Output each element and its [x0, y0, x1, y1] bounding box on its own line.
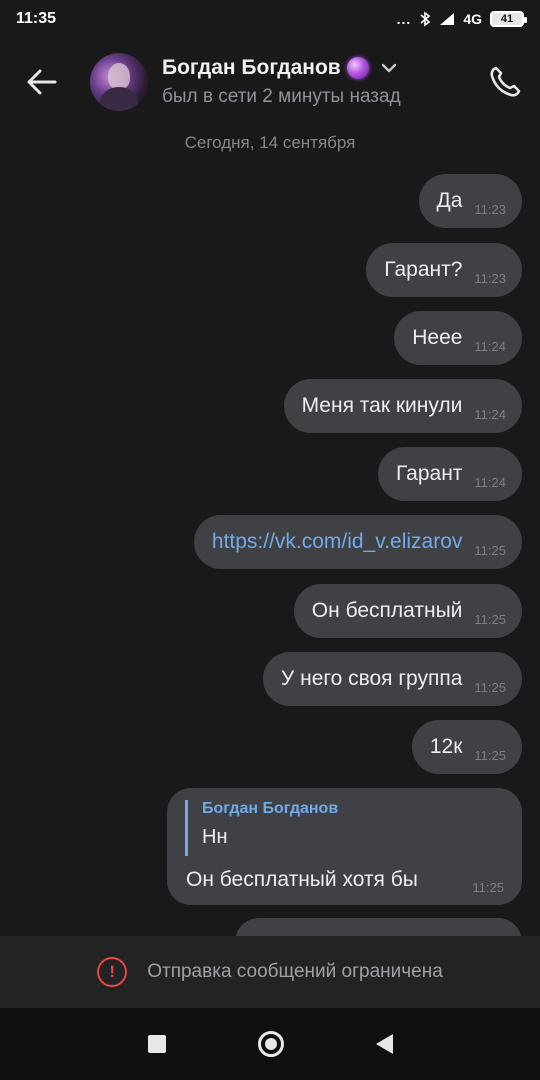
recent-apps-icon[interactable] — [147, 1035, 166, 1053]
message-time: 11:25 — [474, 543, 506, 558]
message-text: Меня так кинули — [301, 394, 463, 417]
restricted-text: Отправка сообщений ограничена — [147, 961, 443, 982]
message-bubble[interactable]: https://vk.com/id_v.elizarov 11:25 — [193, 515, 522, 569]
message-text: Он бесплатный хотя бы — [186, 868, 418, 891]
message-time: 11:24 — [474, 475, 506, 490]
message-bubble[interactable]: У него своя группа 11:25 — [262, 652, 522, 706]
message-text: Неее — [412, 326, 463, 349]
notification-dots: ... — [396, 11, 412, 27]
system-nav-bar — [0, 1008, 540, 1080]
message-link[interactable]: https://vk.com/id_v.elizarov — [212, 530, 463, 554]
contact-status: был в сети 2 минуты назад — [162, 86, 401, 107]
message-bubble[interactable]: Он бесплатный 11:25 — [293, 584, 522, 638]
message-bubble[interactable]: Да 11:23 — [418, 174, 522, 228]
network-type: 4G — [463, 11, 482, 27]
back-triangle-icon[interactable] — [375, 1034, 393, 1054]
status-icons: ... 4G 41 — [396, 11, 527, 27]
contact-info[interactable]: Богдан Богданов был в сети 2 минуты наза… — [162, 56, 470, 108]
message-text: Гарант? — [384, 258, 463, 281]
back-button[interactable] — [0, 40, 84, 124]
message-text: 12к — [429, 735, 463, 758]
restricted-banner: ! Отправка сообщений ограничена — [0, 936, 540, 1008]
message-time: 11:25 — [474, 748, 506, 763]
message-text: У него своя группа — [280, 667, 463, 690]
message-time: 11:25 — [474, 612, 506, 627]
message-time: 11:23 — [474, 271, 506, 286]
crystal-ball-icon — [346, 57, 369, 79]
message-bubble[interactable]: 12к 11:25 — [411, 720, 522, 774]
signal-icon — [440, 13, 455, 25]
message-bubble[interactable]: Неее 11:24 — [394, 311, 522, 365]
message-bubble-partial[interactable] — [235, 918, 522, 936]
status-bar: 11:35 ... 4G 41 — [0, 0, 540, 38]
message-text: Да — [436, 189, 463, 212]
alert-icon: ! — [97, 957, 128, 987]
reply-message-bubble[interactable]: Богдан Богданов Нн Он бесплатный хотя бы… — [167, 788, 522, 905]
quoted-message[interactable]: Богдан Богданов Нн — [185, 800, 338, 856]
message-bubble[interactable]: Меня так кинули 11:24 — [283, 379, 522, 433]
message-time: 11:23 — [474, 202, 506, 217]
home-icon[interactable] — [257, 1031, 284, 1057]
message-time: 11:25 — [472, 880, 504, 895]
quote-author: Богдан Богданов — [202, 800, 339, 817]
message-bubble[interactable]: Гарант? 11:23 — [366, 243, 522, 297]
contact-name-row: Богдан Богданов — [162, 56, 470, 80]
message-time: 11:25 — [474, 680, 506, 695]
battery-icon: 41 — [490, 11, 527, 27]
message-list[interactable]: Да 11:23 Гарант? 11:23 Неее 11:24 Меня т… — [0, 174, 540, 936]
status-time: 11:35 — [16, 10, 57, 27]
call-button[interactable] — [470, 40, 540, 124]
message-text: Гарант — [395, 462, 463, 485]
bluetooth-icon — [420, 11, 431, 27]
chevron-down-icon[interactable] — [381, 63, 397, 73]
quote-text: Нн — [202, 826, 228, 848]
date-separator: Сегодня, 14 сентября — [184, 133, 356, 152]
avatar[interactable] — [90, 53, 148, 111]
contact-name: Богдан Богданов — [162, 56, 341, 79]
phone-icon — [490, 66, 521, 97]
arrow-left-icon — [27, 69, 57, 95]
message-text: Он бесплатный — [311, 599, 463, 622]
message-time: 11:24 — [474, 339, 506, 354]
message-bubble[interactable]: Гарант 11:24 — [377, 447, 522, 501]
chat-header: Богдан Богданов был в сети 2 минуты наза… — [0, 40, 540, 124]
message-time: 11:24 — [474, 407, 506, 422]
